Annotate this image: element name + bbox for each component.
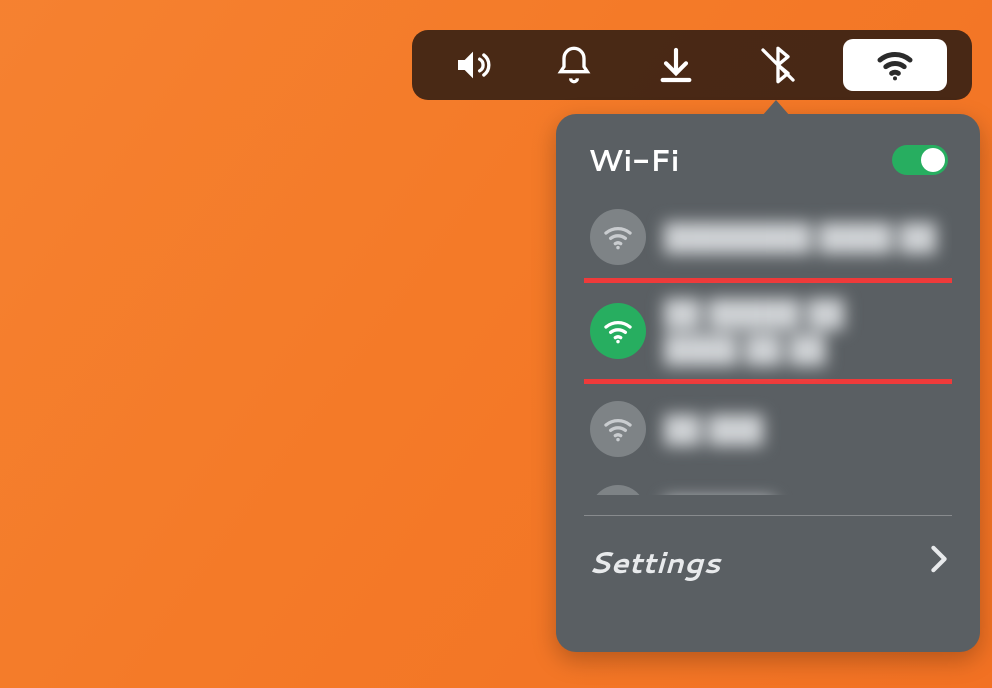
wifi-title: Wi-Fi bbox=[588, 138, 679, 181]
wifi-network-name-redacted: ██ ███ bbox=[664, 411, 763, 447]
wifi-network-item[interactable]: ████████ ████ ██ bbox=[584, 199, 952, 275]
separator bbox=[584, 515, 952, 516]
wifi-network-item[interactable]: ██████ bbox=[584, 475, 952, 495]
wifi-network-item[interactable]: ██ ███ bbox=[584, 391, 952, 467]
wifi-popover: Wi-Fi ████████ ████ ██ ██ █████ ██████ █… bbox=[556, 100, 980, 652]
wifi-network-list: ████████ ████ ██ ██ █████ ██████ ██ ██ █… bbox=[584, 199, 952, 495]
wifi-signal-icon bbox=[590, 209, 646, 265]
wifi-signal-icon bbox=[590, 485, 646, 495]
wifi-signal-icon bbox=[590, 303, 646, 359]
wifi-signal-icon bbox=[590, 401, 646, 457]
wifi-icon[interactable] bbox=[843, 39, 947, 91]
wifi-header: Wi-Fi bbox=[584, 138, 952, 181]
volume-icon[interactable] bbox=[437, 39, 509, 91]
popover-arrow bbox=[762, 100, 790, 116]
system-tray bbox=[412, 30, 972, 100]
notifications-icon[interactable] bbox=[538, 39, 610, 91]
bluetooth-off-icon[interactable] bbox=[742, 39, 814, 91]
wifi-network-name-redacted: ██ █████ ██████ ██ ██ bbox=[664, 295, 844, 367]
downloads-icon[interactable] bbox=[640, 39, 712, 91]
settings-label: Settings bbox=[588, 540, 720, 583]
chevron-right-icon bbox=[930, 545, 948, 579]
wifi-toggle[interactable] bbox=[892, 145, 948, 175]
wifi-network-item-connected[interactable]: ██ █████ ██████ ██ ██ bbox=[584, 283, 952, 379]
wifi-network-name-redacted: ████████ ████ ██ bbox=[664, 219, 936, 255]
wifi-settings-row[interactable]: Settings bbox=[584, 534, 952, 589]
